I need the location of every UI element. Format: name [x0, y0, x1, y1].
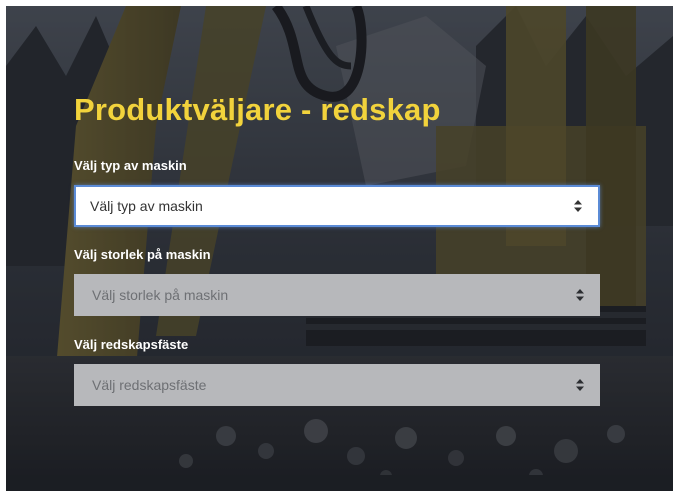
machine-size-select-value: Välj storlek på maskin	[92, 287, 229, 303]
up-down-caret-icon	[576, 379, 584, 391]
page-title: Produktväljare - redskap	[74, 92, 441, 127]
machine-type-label: Välj typ av maskin	[74, 158, 187, 173]
product-selector-panel: Produktväljare - redskap Välj typ av mas…	[6, 6, 673, 491]
selector-form: Produktväljare - redskap Välj typ av mas…	[6, 6, 673, 491]
up-down-caret-icon	[576, 289, 584, 301]
attachment-bracket-select[interactable]: Välj redskapsfäste	[74, 364, 600, 406]
machine-size-label: Välj storlek på maskin	[74, 247, 211, 262]
attachment-bracket-label: Välj redskapsfäste	[74, 337, 189, 352]
attachment-bracket-select-value: Välj redskapsfäste	[92, 377, 207, 393]
up-down-caret-icon	[574, 200, 582, 212]
machine-size-select[interactable]: Välj storlek på maskin	[74, 274, 600, 316]
machine-type-select-value: Välj typ av maskin	[90, 198, 203, 214]
machine-type-select[interactable]: Välj typ av maskin	[74, 185, 600, 227]
